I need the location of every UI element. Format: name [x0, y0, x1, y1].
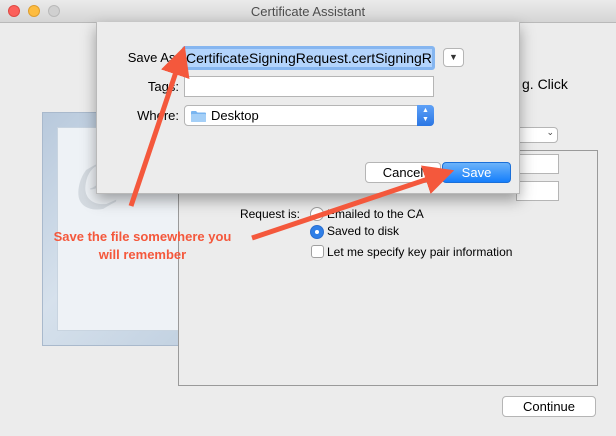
- annotation-arrows: [128, 45, 455, 241]
- annotation-line-2: will remember: [98, 247, 187, 262]
- arrow-to-save-button: [251, 165, 455, 241]
- annotation-text: Save the file somewhere you will remembe…: [30, 228, 255, 264]
- certificate-assistant-window: Certificate Assistant ℭ g. Click ⌄ CA Em…: [0, 0, 616, 436]
- arrow-to-save-as: [128, 45, 190, 207]
- annotation-line-1: Save the file somewhere you: [53, 229, 232, 244]
